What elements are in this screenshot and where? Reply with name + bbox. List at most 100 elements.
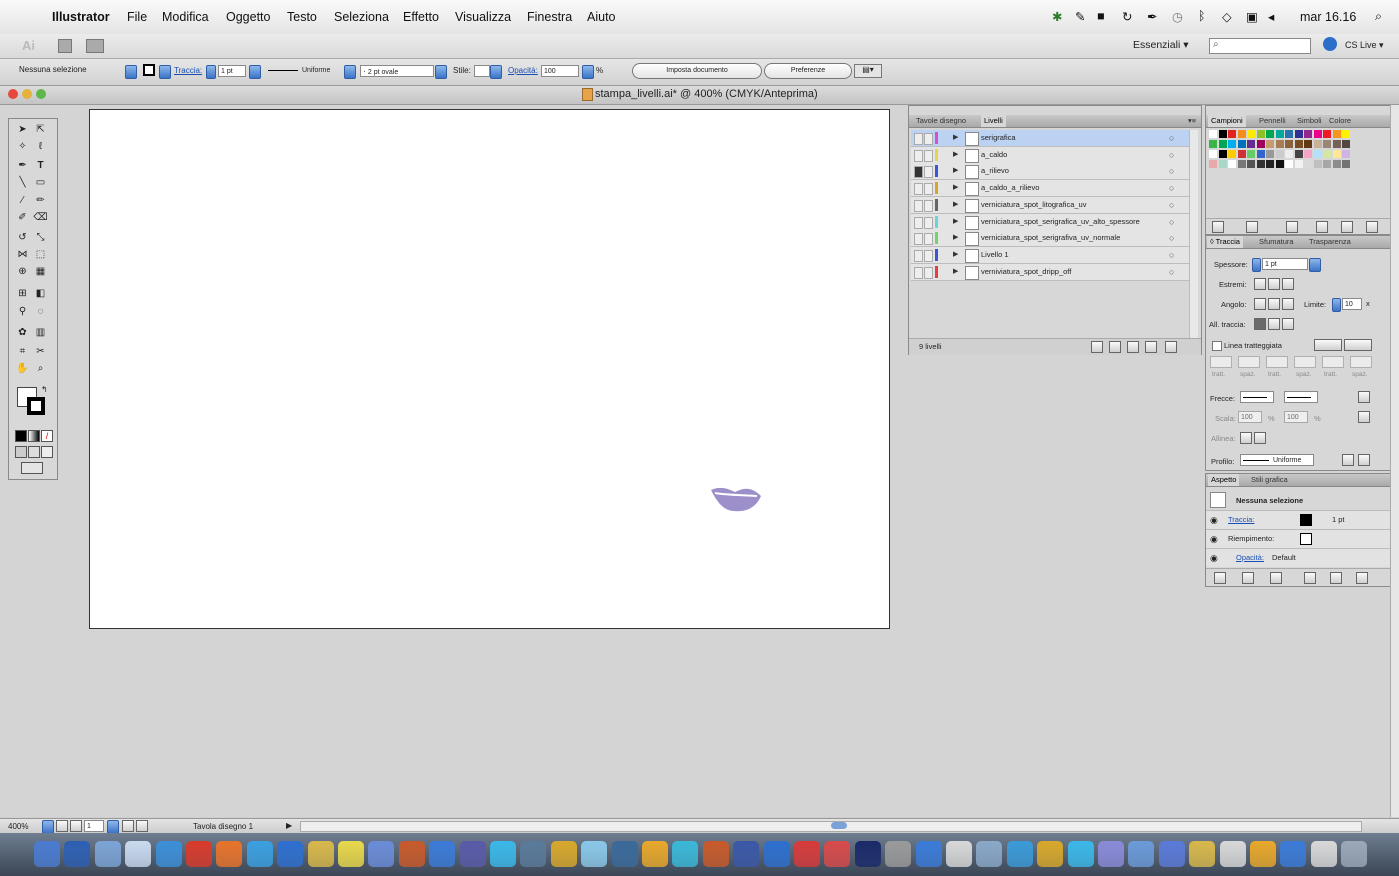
layer-target-icon[interactable]: ○ <box>1169 214 1174 230</box>
disclosure-triangle-icon[interactable]: ▶ <box>953 130 958 146</box>
swatch-grid[interactable] <box>1209 130 1359 212</box>
color-swatch[interactable] <box>1256 140 1265 148</box>
color-swatch[interactable] <box>1323 160 1331 168</box>
end-arrow-select[interactable] <box>1284 391 1318 403</box>
dock-app-icon[interactable] <box>672 841 699 867</box>
search-field[interactable]: ⌕ <box>1209 38 1311 54</box>
color-swatch[interactable] <box>1237 130 1246 138</box>
dock-app-icon[interactable] <box>155 841 182 867</box>
dock-app-icon[interactable] <box>946 841 972 867</box>
perspective-grid-tool-icon[interactable]: ▦ <box>33 265 48 279</box>
disclosure-triangle-icon[interactable]: ▶ <box>953 230 958 246</box>
disclosure-triangle-icon[interactable]: ▶ <box>953 163 958 179</box>
draw-behind-icon[interactable] <box>28 446 40 458</box>
color-swatch[interactable] <box>1332 140 1341 148</box>
menu-testo[interactable]: Testo <box>287 10 317 24</box>
dock-app-icon[interactable] <box>794 841 820 867</box>
dock-app-icon[interactable] <box>1310 841 1337 867</box>
weight-field[interactable]: 1 pt <box>1262 258 1308 270</box>
lips-artwork[interactable] <box>705 484 765 518</box>
layer-row[interactable]: ▶ serigrafica ○ <box>911 130 1189 147</box>
layer-row[interactable]: ▶ verniviatura_spot_dripp_off ○ <box>911 263 1189 281</box>
dock-app-icon[interactable] <box>1037 841 1064 867</box>
add-effect-icon[interactable] <box>1270 572 1282 584</box>
round-cap-icon[interactable] <box>1268 278 1280 290</box>
color-swatch[interactable] <box>1332 160 1341 168</box>
stroke-profile-select[interactable]: Uniforme <box>266 65 342 77</box>
weight-dropdown[interactable] <box>1309 258 1321 272</box>
adobe-updater-icon[interactable]: ✱ <box>1052 9 1062 24</box>
delete-item-icon[interactable] <box>1356 572 1368 584</box>
tab-artboards[interactable]: Tavole disegno <box>913 115 969 127</box>
stroke-weight-stepper[interactable] <box>206 65 216 79</box>
tab-stroke[interactable]: ◊ Traccia <box>1207 236 1243 248</box>
brush-dropdown[interactable] <box>435 65 447 79</box>
zoom-window-icon[interactable] <box>36 89 46 99</box>
color-swatch[interactable] <box>1237 140 1246 148</box>
color-swatch[interactable] <box>1256 150 1265 158</box>
dash-preserve-icon[interactable] <box>1314 339 1342 351</box>
vertical-scrollbar[interactable] <box>1390 105 1399 817</box>
dock-app-icon[interactable] <box>1219 841 1246 867</box>
bluetooth-icon[interactable]: ᛒ <box>1198 9 1206 23</box>
layer-visibility-toggle[interactable] <box>914 216 923 229</box>
color-swatch[interactable] <box>1342 140 1350 148</box>
arrange-documents-icon[interactable] <box>86 39 104 53</box>
dock-app-icon[interactable] <box>915 841 942 867</box>
new-swatch-icon[interactable] <box>1341 221 1353 233</box>
artboard[interactable] <box>89 109 890 629</box>
disclosure-triangle-icon[interactable]: ▶ <box>953 264 958 280</box>
hand-tool-icon[interactable]: ✋ <box>15 362 30 376</box>
disclosure-triangle-icon[interactable]: ▶ <box>953 247 958 263</box>
color-swatch[interactable] <box>1275 160 1284 168</box>
layer-lock-toggle[interactable] <box>924 133 933 145</box>
layer-target-icon[interactable]: ○ <box>1169 147 1174 163</box>
column-graph-tool-icon[interactable]: ▥ <box>33 326 48 340</box>
dock-app-icon[interactable] <box>125 841 152 867</box>
swap-arrows-icon[interactable] <box>1358 391 1370 403</box>
line-tool-icon[interactable]: ╲ <box>15 176 30 190</box>
appearance-fill-label[interactable]: Riempimento: <box>1228 534 1274 543</box>
menu-visualizza[interactable]: Visualizza <box>455 10 511 24</box>
color-swatch[interactable] <box>1266 160 1274 168</box>
dock-app-icon[interactable] <box>854 841 881 867</box>
color-swatch[interactable] <box>1266 130 1274 138</box>
color-swatch[interactable] <box>1285 160 1293 168</box>
blob-brush-tool-icon[interactable]: ✐ <box>15 211 30 225</box>
tab-color[interactable]: Colore <box>1326 115 1354 127</box>
layer-name[interactable]: serigrafica <box>981 130 1016 146</box>
dock-app-icon[interactable] <box>398 841 425 867</box>
close-window-icon[interactable] <box>8 89 18 99</box>
layer-target-icon[interactable]: ○ <box>1169 180 1174 196</box>
make-clipping-mask-icon[interactable] <box>1109 341 1121 353</box>
dock-app-icon[interactable] <box>702 841 729 867</box>
script-icon[interactable]: ✎ <box>1075 9 1085 24</box>
layer-name[interactable]: a_rilievo <box>981 163 1009 179</box>
color-swatch[interactable] <box>1275 150 1284 158</box>
tab-symbols[interactable]: Simboli <box>1294 115 1325 127</box>
color-swatch[interactable] <box>1285 150 1293 158</box>
horizontal-scroll-thumb[interactable] <box>831 822 847 829</box>
volume-icon[interactable]: ◂ <box>1268 9 1274 24</box>
dock-app-icon[interactable] <box>885 841 912 867</box>
layer-target-icon[interactable]: ○ <box>1169 130 1174 146</box>
stroke-dropdown-button[interactable] <box>159 65 171 79</box>
layer-target-icon[interactable]: ○ <box>1169 247 1174 263</box>
swatch-libraries-icon[interactable] <box>1212 221 1224 233</box>
dock-app-icon[interactable] <box>64 841 91 867</box>
layer-visibility-toggle[interactable] <box>914 233 923 246</box>
color-swatch[interactable] <box>1218 160 1227 168</box>
color-swatch[interactable] <box>1218 150 1227 158</box>
dash-align-icon[interactable] <box>1344 339 1372 351</box>
appearance-row-fill[interactable]: ◉ Riempimento: <box>1206 529 1390 548</box>
dock-app-icon[interactable] <box>976 841 1003 867</box>
free-transform-tool-icon[interactable]: ⬚ <box>33 248 48 262</box>
layer-name[interactable]: verniciatura_spot_serigrafiva_uv_normale <box>981 230 1120 246</box>
limit-field[interactable]: 10 <box>1342 298 1362 310</box>
layer-lock-toggle[interactable] <box>924 166 933 179</box>
paintbrush-tool-icon[interactable]: ⁄ <box>15 194 30 208</box>
lasso-tool-icon[interactable]: ℓ <box>33 140 48 154</box>
dock-app-icon[interactable] <box>763 841 790 867</box>
stroke-color-icon[interactable] <box>27 397 45 415</box>
cs-live-menu[interactable]: CS Live ▾ <box>1345 40 1384 51</box>
